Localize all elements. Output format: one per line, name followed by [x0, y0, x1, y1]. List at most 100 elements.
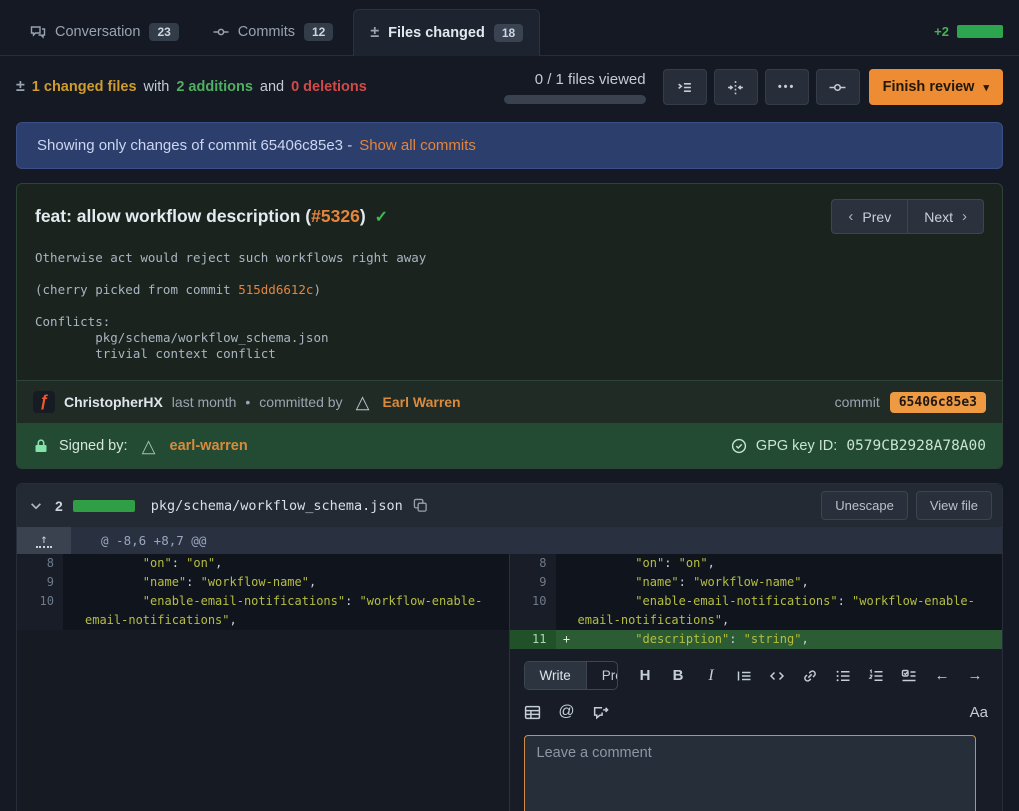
unescape-button[interactable]: Unescape	[821, 491, 908, 520]
files-viewed-block: 0 / 1 files viewed	[504, 71, 646, 104]
bold-icon[interactable]: B	[669, 667, 687, 685]
editor-toolbar: Write Preview H B I	[524, 661, 989, 690]
changes-summary: ± 1 changed files with 2 additions and 0…	[16, 78, 367, 96]
diff-row: 10 "enable-email-notifications": "workfl…	[510, 592, 1003, 630]
author-link[interactable]: ChristopherHX	[64, 394, 163, 410]
file-name: pkg/schema/workflow_schema.json	[151, 498, 403, 514]
table-icon[interactable]	[524, 703, 542, 721]
diff-split-view-button[interactable]	[714, 69, 758, 105]
undo-icon[interactable]: ←	[933, 667, 951, 685]
tab-commits[interactable]: Commits 12	[199, 9, 348, 55]
line-number-new[interactable]: 10	[510, 592, 556, 630]
prev-commit-button[interactable]: ‹ Prev	[831, 199, 908, 234]
commit-sha-badge[interactable]: 65406c85e3	[890, 392, 986, 413]
prev-label: Prev	[862, 209, 891, 225]
tab-preview[interactable]: Preview	[587, 662, 618, 689]
mention-icon[interactable]: @	[558, 703, 576, 721]
summary-text: with	[144, 79, 170, 95]
avatar[interactable]: ƒ	[33, 391, 55, 413]
tab-conversation[interactable]: Conversation 23	[16, 9, 193, 55]
summary-text: and	[260, 79, 284, 95]
diff-row: 8 "on": "on",	[510, 554, 1003, 573]
changed-files-link[interactable]: 1 changed files	[32, 79, 137, 95]
code-line: "name": "workflow-name",	[85, 573, 509, 592]
diff-row: 10 "enable-email-notifications": "workfl…	[17, 592, 509, 630]
diff-sign	[63, 554, 85, 573]
formatting-icons: H B I	[636, 667, 988, 685]
show-all-commits-link[interactable]: Show all commits	[359, 137, 476, 154]
toggle-file-tree-button[interactable]	[663, 69, 707, 105]
commit-title: feat: allow workflow description (#5326)	[35, 206, 366, 227]
diff-file-box: 2 pkg/schema/workflow_schema.json Unesca…	[16, 483, 1003, 811]
commit-title-text: feat: allow workflow description (	[35, 206, 311, 226]
inline-comment-editor: Write Preview H B I	[510, 649, 1003, 811]
ellipsis-icon: •••	[778, 81, 796, 93]
gpg-key-block: GPG key ID: 0579CB2928A78A00	[731, 438, 986, 454]
hunk-header-text: @ -8,6 +8,7 @@	[71, 527, 216, 554]
finish-review-button[interactable]: Finish review ▾	[869, 69, 1003, 105]
tab-files-changed-label: Files changed	[388, 25, 485, 41]
cherry-pick-commit-link[interactable]: 515dd6612c	[238, 282, 313, 297]
ci-success-icon[interactable]: ✓	[375, 207, 388, 227]
italic-icon[interactable]: I	[702, 667, 720, 685]
chevron-down-icon: ▾	[983, 81, 989, 94]
comment-input[interactable]	[524, 735, 976, 811]
commit-sha-block: commit 65406c85e3	[835, 392, 986, 413]
expand-hunk-button[interactable]: ↑	[17, 527, 71, 554]
tab-files-changed[interactable]: ± Files changed 18	[353, 9, 540, 56]
commit-author-row: ƒ ChristopherHX last month • committed b…	[17, 380, 1002, 423]
chevron-right-icon: ›	[962, 208, 967, 225]
next-label: Next	[924, 209, 953, 225]
bullet-list-icon[interactable]	[834, 667, 852, 685]
additions-stat-bar	[957, 25, 1003, 38]
code-line: "description": "string",	[578, 630, 1003, 649]
file-change-count: 2	[55, 498, 63, 514]
blockquote-icon[interactable]	[735, 667, 753, 685]
commit-filter-banner: Showing only changes of commit 65406c85e…	[16, 122, 1003, 169]
view-file-button[interactable]: View file	[916, 491, 992, 520]
diff-sign	[556, 554, 578, 573]
committer-link[interactable]: Earl Warren	[383, 394, 461, 410]
tab-write[interactable]: Write	[525, 662, 587, 689]
lock-icon	[33, 438, 49, 454]
numbered-list-icon[interactable]	[867, 667, 885, 685]
finish-review-label: Finish review	[883, 79, 975, 95]
next-commit-button[interactable]: Next ›	[908, 199, 984, 234]
expand-up-icon: ↑	[36, 534, 51, 548]
committed-by-label: committed by	[259, 394, 342, 410]
diff-icon: ±	[370, 24, 379, 42]
more-options-button[interactable]: •••	[765, 69, 809, 105]
avatar[interactable]: △	[352, 391, 374, 413]
tab-conversation-label: Conversation	[55, 24, 140, 40]
collapse-file-icon[interactable]	[27, 497, 45, 515]
files-changed-count: 18	[494, 24, 523, 42]
copy-filename-icon[interactable]	[413, 498, 428, 513]
gpg-key-label: GPG key ID:	[756, 438, 837, 454]
diff-row-added: 11+ "description": "string",	[510, 630, 1003, 649]
line-number-old[interactable]: 8	[17, 554, 63, 573]
task-list-icon[interactable]	[900, 667, 918, 685]
reference-icon[interactable]	[592, 703, 610, 721]
line-number-old[interactable]: 9	[17, 573, 63, 592]
diff-row: 8 "on": "on",	[17, 554, 509, 573]
heading-icon[interactable]: H	[636, 667, 654, 685]
redo-icon[interactable]: →	[966, 667, 984, 685]
commit-options-button[interactable]	[816, 69, 860, 105]
file-additions-bar	[73, 500, 135, 512]
issue-link[interactable]: #5326	[311, 206, 360, 226]
commit-title-close: )	[360, 206, 366, 226]
line-number-new[interactable]: 9	[510, 573, 556, 592]
commits-count: 12	[304, 23, 333, 41]
diff-file-header: 2 pkg/schema/workflow_schema.json Unesca…	[17, 484, 1002, 527]
commit-box: feat: allow workflow description (#5326)…	[16, 183, 1003, 469]
code-line: "enable-email-notifications": "workflow-…	[85, 592, 509, 630]
code-icon[interactable]	[768, 667, 786, 685]
line-number-new[interactable]: 11	[510, 630, 556, 649]
signer-link[interactable]: earl-warren	[170, 438, 248, 454]
link-icon[interactable]	[801, 667, 819, 685]
text-size-icon[interactable]: Aa	[970, 704, 988, 721]
line-number-old[interactable]: 10	[17, 592, 63, 630]
conversation-count: 23	[149, 23, 178, 41]
avatar[interactable]: △	[138, 435, 160, 457]
line-number-new[interactable]: 8	[510, 554, 556, 573]
